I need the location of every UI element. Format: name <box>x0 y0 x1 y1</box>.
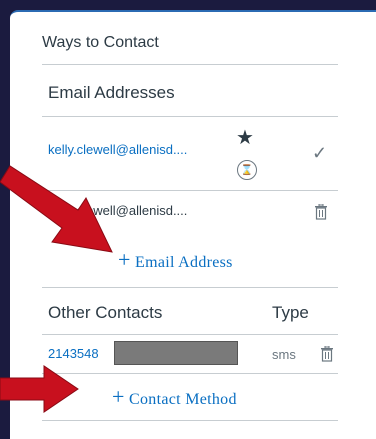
phone-number-link[interactable]: 2143548 <box>48 346 99 361</box>
plus-icon: + <box>112 384 125 409</box>
trash-icon[interactable] <box>320 346 334 362</box>
divider <box>42 420 338 421</box>
star-icon: ★ <box>236 127 254 149</box>
trash-icon[interactable] <box>314 204 328 220</box>
other-contacts-header: Other Contacts <box>48 303 163 322</box>
divider <box>42 373 338 374</box>
divider <box>42 287 338 288</box>
divider <box>42 64 338 65</box>
annotation-arrow-upper <box>0 165 113 253</box>
check-icon: ✓ <box>312 143 328 163</box>
annotation-arrow-lower <box>0 365 79 413</box>
hourglass-icon: ⌛ <box>237 160 257 180</box>
divider <box>42 334 338 335</box>
add-email-address-link[interactable]: + Email Address <box>118 247 233 273</box>
contact-type-label: sms <box>272 347 296 362</box>
type-header: Type <box>272 303 309 322</box>
divider <box>42 116 338 117</box>
add-contact-method-link[interactable]: + Contact Method <box>112 384 237 410</box>
primary-email-link[interactable]: kelly.clewell@allenisd.... <box>48 142 187 157</box>
panel-title: Ways to Contact <box>42 34 159 51</box>
redaction-box <box>114 341 238 365</box>
email-addresses-header: Email Addresses <box>48 83 175 102</box>
